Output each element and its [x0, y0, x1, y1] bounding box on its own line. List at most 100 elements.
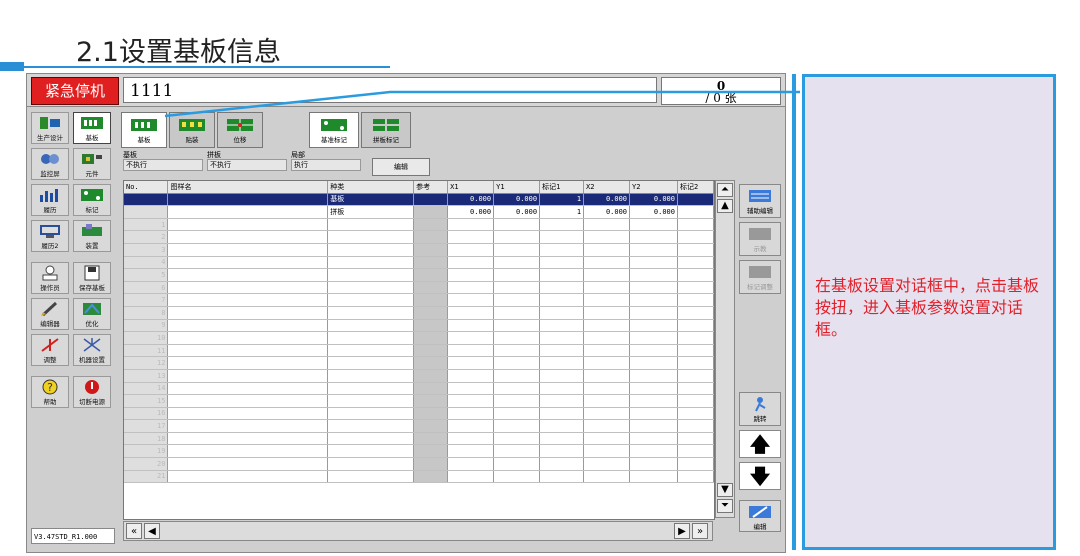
mode-edit-button[interactable]: 编辑	[372, 158, 430, 176]
scroll-left-icon[interactable]: ◀	[144, 523, 160, 539]
table-row[interactable]: 4	[124, 256, 714, 270]
cell-empty	[493, 382, 541, 396]
cell-ref	[413, 432, 449, 446]
table-horizontal-scrollbar[interactable]: « ◀ ▶ »	[123, 521, 713, 541]
table-row[interactable]: 1	[124, 218, 714, 232]
program-name-field: 1111	[123, 77, 657, 103]
nav-machine-settings-button[interactable]: 机器设置	[73, 334, 111, 366]
nav-production-design-button[interactable]: 生产设计	[31, 112, 69, 144]
cell-no: 6	[124, 281, 169, 295]
nav-component-button[interactable]: 元件	[73, 148, 111, 180]
tab-offset[interactable]: 位移	[217, 112, 263, 148]
cell-empty	[167, 444, 329, 459]
aux-edit-button[interactable]: 辅助编辑	[739, 184, 781, 218]
scroll-last-icon[interactable]: »	[692, 523, 708, 539]
nav-save-board-button[interactable]: 保存基板	[73, 262, 111, 294]
scroll-top-icon[interactable]: ⏶	[717, 183, 733, 197]
tab-fiducial-mark[interactable]: 基准标记	[309, 112, 359, 148]
nav-power-off-button[interactable]: 切断电源	[73, 376, 111, 408]
scroll-first-icon[interactable]: «	[126, 523, 142, 539]
table-row[interactable]: 7	[124, 293, 714, 307]
table-row[interactable]: 19	[124, 444, 714, 459]
table-row[interactable]: 9	[124, 319, 714, 333]
slide-title: 2.1设置基板信息	[76, 37, 281, 68]
nav-board-button[interactable]: 基板	[73, 112, 111, 144]
col-header-kind: 种类	[327, 181, 415, 194]
jump-button[interactable]: 跳转	[739, 392, 781, 426]
mark-adjust-button[interactable]: 标记调整	[739, 260, 781, 294]
cell-empty	[629, 268, 678, 282]
table-row[interactable]: 18	[124, 432, 714, 446]
nav-operator-button[interactable]: 操作员	[31, 262, 69, 294]
table-row[interactable]: 基板 0.000 0.000 1 0.000 0.000	[124, 193, 714, 207]
table-row[interactable]: 6	[124, 281, 714, 295]
nav-monitor-button[interactable]: 监控屏	[31, 148, 69, 180]
cell-y2: 0.000	[629, 205, 678, 219]
nav-adjust-button[interactable]: 调整	[31, 334, 69, 366]
table-row[interactable]: 16	[124, 407, 714, 421]
cell-no: 7	[124, 293, 169, 307]
tab-panel-mark[interactable]: 拼板标记	[361, 112, 411, 148]
cell-empty	[677, 306, 714, 320]
table-row[interactable]: 13	[124, 369, 714, 383]
cell-empty	[327, 457, 415, 471]
cell-ref	[413, 293, 449, 307]
cell-empty	[583, 407, 631, 421]
save-icon	[84, 265, 100, 281]
cell-no: 8	[124, 306, 169, 320]
cell-ref	[413, 268, 449, 282]
cell-no: 11	[124, 344, 169, 358]
cell-empty	[677, 243, 714, 257]
table-row[interactable]: 14	[124, 382, 714, 396]
scroll-down-icon[interactable]: ▼	[717, 483, 733, 497]
cell-empty	[167, 256, 329, 270]
cell-name	[167, 193, 329, 207]
nav-help-button[interactable]: ? 帮助	[31, 376, 69, 408]
scroll-bottom-icon[interactable]: ⏷	[717, 499, 733, 513]
table-row[interactable]: 17	[124, 419, 714, 433]
cell-empty	[167, 382, 329, 396]
left-nav: 生产设计 基板 监控屏 元件 履历 标记 履历2 装置 操作员 保存基板 编辑器…	[31, 112, 115, 548]
cell-no: 10	[124, 331, 169, 345]
table-row[interactable]: 12	[124, 356, 714, 370]
nav-label: 优化	[85, 320, 99, 328]
edit-icon	[749, 506, 771, 518]
cell-mark2	[677, 205, 714, 219]
cell-empty	[493, 319, 541, 333]
table-row[interactable]: 5	[124, 268, 714, 282]
move-up-button[interactable]: 🡅	[739, 430, 781, 458]
move-down-button[interactable]: 🡇	[739, 462, 781, 490]
cell-no: 1	[124, 218, 169, 232]
title-underline	[0, 66, 390, 68]
table-row[interactable]: 10	[124, 331, 714, 345]
tab-board[interactable]: 基板	[121, 112, 167, 148]
nav-history2-button[interactable]: 履历2	[31, 220, 69, 252]
table-row[interactable]: 8	[124, 306, 714, 320]
cell-no: 3	[124, 243, 169, 257]
nav-history-button[interactable]: 履历	[31, 184, 69, 216]
scroll-right-icon[interactable]: ▶	[674, 523, 690, 539]
teach-button[interactable]: 示教	[739, 222, 781, 256]
callout-box: 在基板设置对话框中，点击基板按扭，进入基板参数设置对话框。	[802, 74, 1056, 550]
nav-device-button[interactable]: 装置	[73, 220, 111, 252]
scroll-up-icon[interactable]: ▲	[717, 199, 733, 213]
table-row[interactable]: 20	[124, 457, 714, 471]
nav-editor-button[interactable]: 编辑器	[31, 298, 69, 330]
table-row[interactable]: 21	[124, 470, 714, 484]
table-vertical-scrollbar[interactable]: ⏶ ▲ ▼ ⏷	[715, 180, 735, 518]
table-row[interactable]: 3	[124, 243, 714, 257]
edit-button[interactable]: 编辑	[739, 500, 781, 532]
cell-empty	[447, 344, 495, 358]
tab-mount[interactable]: 贴装	[169, 112, 215, 148]
table-row[interactable]: 拼板 0.000 0.000 1 0.000 0.000	[124, 205, 714, 219]
nav-optimize-button[interactable]: 优化	[73, 298, 111, 330]
cell-no: 12	[124, 356, 169, 370]
emergency-stop-button[interactable]: 紧急停机	[31, 77, 119, 105]
cell-empty	[167, 356, 329, 370]
cell-no: 5	[124, 268, 169, 282]
cell-empty	[539, 382, 585, 396]
table-row[interactable]: 2	[124, 230, 714, 244]
table-row[interactable]: 11	[124, 344, 714, 358]
table-row[interactable]: 15	[124, 394, 714, 408]
nav-mark-button[interactable]: 标记	[73, 184, 111, 216]
